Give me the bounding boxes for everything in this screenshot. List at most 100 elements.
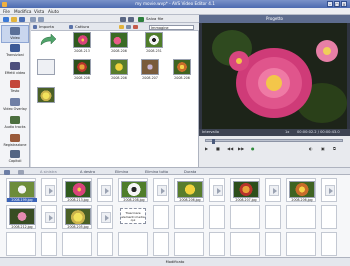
sidebar-item-label: Testo (10, 89, 20, 93)
empty-slot[interactable] (174, 232, 204, 256)
open-project-icon[interactable] (11, 16, 17, 22)
empty-slot[interactable] (118, 232, 148, 256)
menu-file[interactable]: File (3, 8, 10, 15)
storyboard-clip[interactable]: 2008.206.jpg (174, 178, 204, 202)
empty-slot[interactable] (41, 232, 57, 256)
menu-edit[interactable]: Modifica (14, 8, 32, 15)
clip-thumb (289, 181, 315, 198)
browser-thumb[interactable] (173, 59, 191, 75)
rewind-icon[interactable]: ◀◀ (227, 146, 233, 151)
empty-slot[interactable] (153, 232, 169, 256)
browser-thumb[interactable] (73, 59, 91, 75)
empty-slot[interactable] (97, 232, 113, 256)
storyboard-clip[interactable]: 2008.212.jpg (6, 205, 36, 229)
transition-slot[interactable] (153, 178, 169, 202)
browser-thumb[interactable] (37, 87, 55, 103)
empty-slot[interactable] (321, 205, 337, 229)
forward-icon[interactable]: ▶▶ (238, 146, 244, 151)
browser-thumb[interactable] (141, 59, 159, 75)
menu-view[interactable]: Vista (34, 8, 44, 15)
storyboard-clip[interactable]: 2008.208.jpg (118, 178, 148, 202)
sidebar-item-label: Video (10, 36, 20, 40)
preview-panel: Progetto Intervallo 1x 00:00:02.2 / 00:0… (199, 15, 350, 167)
drop-target[interactable]: Trascinare elementi media qui (118, 205, 148, 229)
close-icon[interactable]: × (341, 1, 347, 7)
fullscreen-icon[interactable]: ▣ (321, 146, 325, 151)
empty-slot[interactable] (265, 232, 281, 256)
empty-slot[interactable] (286, 232, 316, 256)
transition-slot[interactable] (97, 178, 113, 202)
timeline-view-icon[interactable] (128, 16, 134, 22)
empty-slot[interactable] (174, 205, 204, 229)
maximize-icon[interactable]: □ (334, 1, 340, 7)
transition-slot[interactable] (209, 178, 225, 202)
undo-icon[interactable] (30, 16, 36, 22)
transition-arrow-icon (45, 212, 55, 223)
empty-slot[interactable] (209, 205, 225, 229)
empty-slot[interactable] (62, 232, 92, 256)
empty-slot[interactable] (286, 205, 316, 229)
seek-handle[interactable] (212, 138, 215, 144)
timeline-mode-icon[interactable] (18, 169, 24, 175)
save-file-button[interactable]: Salva file (146, 15, 163, 23)
storyboard-mode-icon[interactable] (4, 169, 10, 175)
sidebar-item-text[interactable]: Testo (1, 79, 29, 97)
browser-item-import[interactable] (37, 33, 57, 49)
sidebar-item-overlay[interactable]: Video Overlay (1, 97, 29, 115)
clip-caption: 2008.208.jpg (123, 198, 145, 202)
empty-slot[interactable] (153, 205, 169, 229)
transition-slot[interactable] (321, 178, 337, 202)
storyboard-clip[interactable]: 2008.207.jpg (230, 178, 260, 202)
minimize-icon[interactable]: – (327, 1, 333, 7)
clip-thumb (233, 181, 259, 198)
browser-thumb[interactable] (73, 32, 91, 48)
import-button[interactable]: Importa (39, 23, 54, 31)
storyboard-view-icon[interactable] (120, 16, 126, 22)
filter-select[interactable]: Immagine (149, 24, 194, 30)
snapshot-icon[interactable]: ● (251, 146, 255, 151)
empty-slot[interactable] (321, 232, 337, 256)
sidebar-item-video-effects[interactable]: Effetti video (1, 61, 29, 79)
redo-icon[interactable] (38, 16, 44, 22)
browser-thumb[interactable] (110, 59, 128, 75)
menu-help[interactable]: Aiuto (48, 8, 59, 15)
folder-up-icon[interactable] (126, 25, 131, 29)
empty-slot[interactable] (6, 232, 36, 256)
save-project-icon[interactable] (19, 16, 25, 22)
storyboard-clip[interactable]: 2008.206.jpg (286, 178, 316, 202)
new-project-icon[interactable] (3, 16, 9, 22)
transitions-icon (10, 44, 20, 52)
play-icon[interactable]: ▶ (205, 146, 208, 151)
transition-slot[interactable] (265, 178, 281, 202)
preview-controls: ▶ ■ ◀◀ ▶▶ ● ◐ ▣ ⧉ (199, 136, 350, 167)
browser-thumb-blank[interactable] (37, 59, 55, 75)
empty-slot[interactable] (230, 232, 260, 256)
empty-slot[interactable] (209, 232, 225, 256)
produce-icon[interactable] (138, 16, 144, 22)
transition-slot[interactable] (41, 205, 57, 229)
seek-bar[interactable] (205, 138, 343, 144)
capture-button[interactable]: Cattura (75, 23, 89, 31)
empty-slot[interactable] (265, 205, 281, 229)
browser-thumb[interactable] (110, 32, 128, 48)
storyboard-clip[interactable]: 2008.205.jpg (62, 205, 92, 229)
storyboard-clip[interactable]: 2008.199.jpg (6, 178, 37, 202)
sidebar-item-audio[interactable]: Audio tracks (1, 115, 29, 133)
storyboard-clip[interactable]: 2008.213.jpg (62, 178, 92, 202)
folder-icon[interactable] (119, 25, 124, 29)
detach-icon[interactable]: ⧉ (333, 146, 336, 151)
browser-caption: 2008.206 (174, 76, 190, 80)
sidebar-item-chapters[interactable]: Capitoli (1, 149, 29, 167)
sidebar-item-transitions[interactable]: Transizioni (1, 43, 29, 61)
volume-icon[interactable]: ◐ (309, 146, 313, 151)
empty-slot[interactable] (230, 205, 260, 229)
preview-mode: Intervallo (202, 130, 219, 134)
stop-icon[interactable]: ■ (216, 146, 220, 151)
sidebar-item-video[interactable]: Video (1, 25, 29, 43)
transition-slot[interactable] (41, 178, 57, 202)
delete-icon[interactable] (133, 25, 138, 29)
preview-video[interactable] (202, 23, 347, 129)
sidebar-item-label: Effetti video (4, 71, 26, 75)
browser-thumb[interactable] (145, 32, 163, 48)
transition-slot[interactable] (97, 205, 113, 229)
